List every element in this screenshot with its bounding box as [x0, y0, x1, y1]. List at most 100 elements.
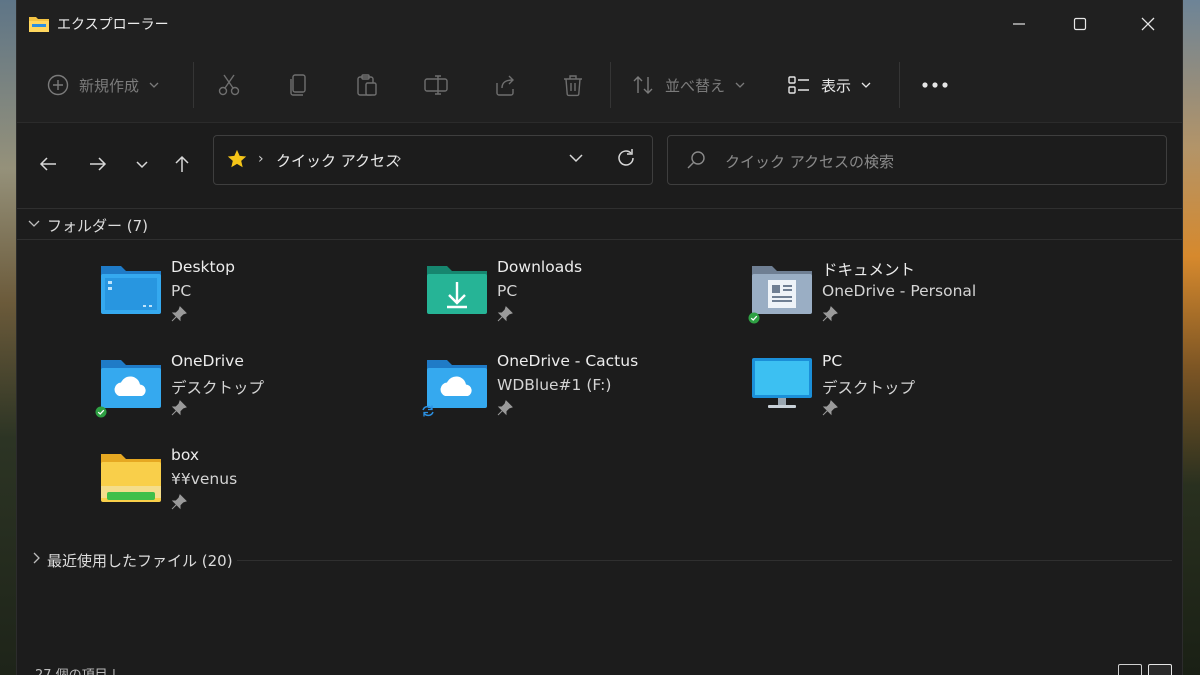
toolbar-separator: [193, 62, 194, 108]
desktop-folder-icon: [101, 266, 161, 314]
folder-location: OneDrive - Personal: [822, 282, 977, 300]
folder-tile-pc[interactable]: PC デスクトップ: [750, 352, 1070, 442]
toolbar-separator: [899, 62, 900, 108]
refresh-icon[interactable]: [614, 146, 638, 170]
maximize-button[interactable]: [1057, 0, 1103, 48]
rename-button[interactable]: [423, 48, 449, 122]
search-placeholder: クイック アクセスの検索: [725, 153, 895, 171]
item-count: 27 個の項目 |: [35, 664, 116, 675]
pc-monitor-icon: [752, 358, 812, 408]
close-button[interactable]: [1125, 0, 1171, 48]
pin-icon: [171, 306, 187, 322]
folder-tile-downloads[interactable]: Downloads PC: [425, 258, 745, 348]
large-icons-view-button[interactable]: [1148, 664, 1172, 675]
minimize-button[interactable]: [996, 0, 1042, 48]
new-button-label: 新規作成: [79, 76, 140, 95]
more-options-button[interactable]: [921, 48, 949, 122]
desktop-wallpaper-left: [0, 0, 18, 675]
folder-name: OneDrive: [171, 352, 244, 370]
cut-button[interactable]: [217, 48, 241, 122]
folder-name: Desktop: [171, 258, 235, 276]
folder-name: PC: [822, 352, 843, 370]
folder-location: デスクトップ: [171, 379, 265, 397]
file-explorer-window: エクスプローラー 新規作成 並べ替え 表示 › クイック アクセス › クイック…: [17, 0, 1182, 675]
chevron-right-icon[interactable]: [31, 551, 43, 565]
sort-icon: [633, 76, 653, 94]
trash-icon: [564, 75, 582, 97]
breadcrumb-quick-access[interactable]: クイック アクセス: [276, 150, 400, 171]
address-dropdown-icon[interactable]: [568, 150, 584, 166]
arrow-up-icon: [175, 155, 189, 172]
folder-tile-documents[interactable]: ドキュメント OneDrive - Personal: [748, 258, 1070, 348]
folders-section-header[interactable]: フォルダー (7): [17, 208, 1182, 240]
details-view-button[interactable]: [1118, 664, 1142, 675]
up-button[interactable]: [165, 147, 199, 181]
rename-icon: [424, 75, 448, 95]
pin-icon: [822, 400, 838, 416]
chevron-down-icon: [28, 220, 40, 227]
folder-name: OneDrive - Cactus: [497, 352, 639, 370]
share-button[interactable]: [493, 48, 517, 122]
desktop-wallpaper-right: [1180, 0, 1200, 675]
onedrive-folder-icon: [101, 360, 161, 408]
chevron-down-icon: [136, 161, 148, 169]
title-bar: エクスプローラー: [17, 0, 1182, 48]
pin-icon: [171, 494, 187, 510]
close-icon: [1141, 17, 1155, 31]
forward-button[interactable]: [81, 147, 115, 181]
chevron-down-icon: [735, 82, 745, 88]
toolbar-separator: [610, 62, 611, 108]
arrow-right-icon: [90, 157, 107, 171]
downloads-folder-icon: [427, 266, 487, 314]
paste-button[interactable]: [355, 48, 379, 122]
view-list-icon: [788, 76, 809, 94]
scissors-icon: [218, 74, 240, 96]
recent-locations-button[interactable]: [125, 147, 159, 181]
back-button[interactable]: [31, 147, 65, 181]
breadcrumb-separator: ›: [258, 151, 264, 167]
new-button[interactable]: 新規作成: [47, 48, 159, 122]
chevron-down-icon: [861, 82, 871, 88]
navigation-bar: › クイック アクセス › クイック アクセスの検索: [17, 123, 1182, 207]
file-explorer-icon: [29, 17, 49, 32]
minimize-icon: [1013, 23, 1025, 25]
share-icon: [496, 75, 514, 96]
arrow-left-icon: [39, 157, 56, 171]
folder-name: box: [171, 446, 200, 464]
folder-tile-desktop[interactable]: Desktop PC: [99, 258, 419, 348]
folder-location: PC: [171, 282, 192, 300]
sort-button[interactable]: 並べ替え: [631, 48, 745, 122]
pin-icon: [171, 400, 187, 416]
search-box[interactable]: クイック アクセスの検索: [667, 135, 1167, 185]
folder-tile-onedrive[interactable]: OneDrive デスクトップ: [95, 352, 419, 442]
maximize-icon: [1073, 17, 1087, 31]
syncing-icon: [422, 405, 434, 417]
folders-section-title: フォルダー (7): [47, 217, 149, 235]
view-button[interactable]: 表示: [787, 48, 871, 122]
box-folder-icon: [101, 454, 161, 502]
pin-icon: [822, 306, 838, 322]
copy-icon: [290, 74, 306, 96]
sort-button-label: 並べ替え: [665, 76, 726, 95]
folder-tile-onedrive-cactus[interactable]: OneDrive - Cactus WDBlue#1 (F:): [422, 352, 745, 442]
breadcrumb-separator[interactable]: ›: [396, 151, 402, 167]
recent-files-section-title[interactable]: 最近使用したファイル (20): [47, 550, 233, 571]
copy-button[interactable]: [287, 48, 311, 122]
folder-location: PC: [497, 282, 518, 300]
view-button-label: 表示: [821, 76, 852, 95]
delete-button[interactable]: [561, 48, 585, 122]
pin-icon: [497, 306, 513, 322]
folder-name: ドキュメント: [822, 261, 916, 279]
folder-location: ¥¥venus: [171, 470, 238, 488]
more-options-icon: [922, 82, 948, 88]
section-divider: [237, 560, 1172, 561]
window-title: エクスプローラー: [57, 17, 169, 33]
pin-icon: [497, 400, 513, 416]
address-bar[interactable]: › クイック アクセス ›: [213, 135, 653, 185]
chevron-down-icon: [149, 82, 159, 88]
folder-tile-box[interactable]: box ¥¥venus: [99, 446, 419, 536]
folder-location: WDBlue#1 (F:): [497, 376, 612, 394]
folder-location: デスクトップ: [822, 379, 916, 397]
add-circle-icon: [47, 74, 69, 96]
star-icon: [227, 149, 247, 168]
